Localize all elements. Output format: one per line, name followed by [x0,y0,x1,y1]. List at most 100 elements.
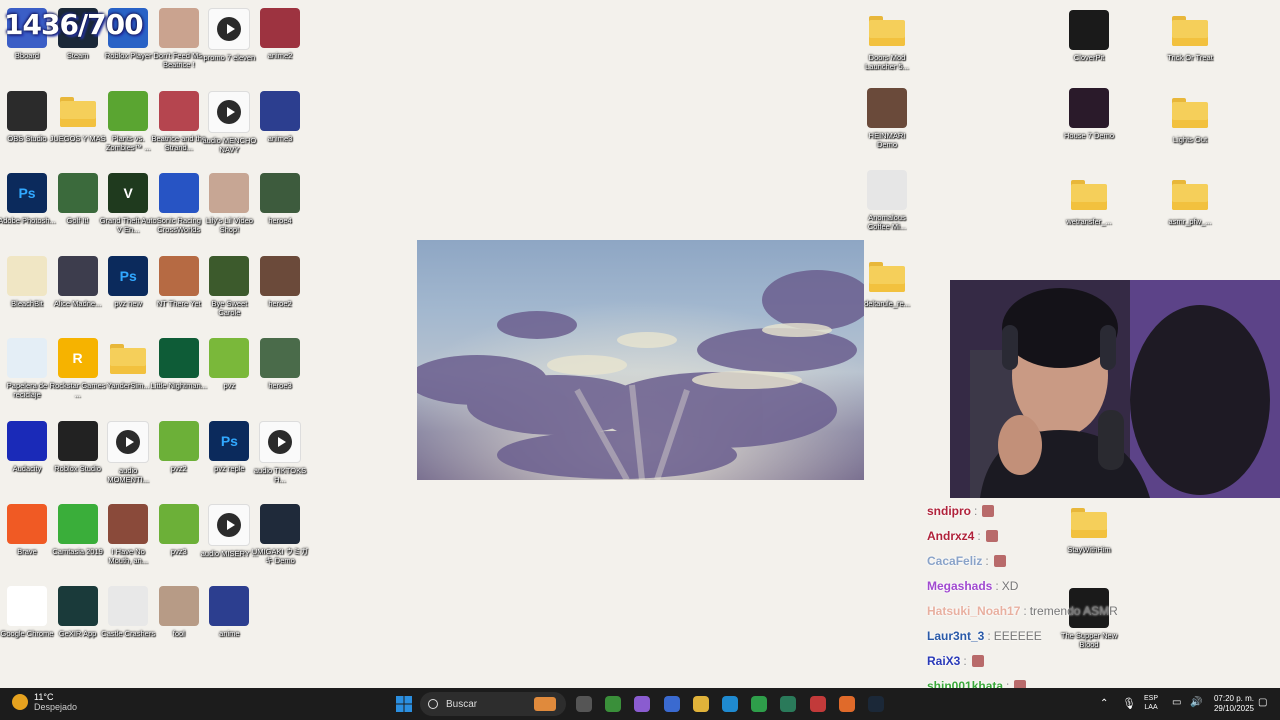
desktop-icon[interactable]: audio MENCHO NAVY [202,90,256,154]
steam-icon[interactable] [864,692,888,716]
desktop-icon[interactable]: Camtasia 2019 [51,503,105,556]
desktop-icon-label: pvz reple [214,464,245,473]
desktop-icon[interactable]: Alice Madne... [51,255,105,308]
desktop-icon[interactable]: heroe4 [253,173,307,225]
desktop-icon-label: Anomalous Coffee Mi... [867,213,907,231]
video-icon [107,421,150,463]
microphone-icon[interactable]: 🎙 [1122,697,1136,710]
desktop-icon-label: audio MOMENTI... [107,466,150,484]
desktop-icon[interactable]: Audacity [0,421,54,473]
desktop-icon[interactable]: R Rockstar Games ... [50,338,106,399]
desktop-icon[interactable]: Lights Out [1163,92,1217,144]
desktop-icon[interactable]: Golf It! [51,173,105,225]
desktop-icon-label: Grand Theft Auto V En... [99,216,157,235]
desktop-icon[interactable]: audio MOMENTI... [101,421,155,484]
desktop-icon[interactable]: wetransfer_... [1062,174,1116,226]
desktop-icon[interactable]: Ps Adobe Photosh... [0,173,56,225]
store-icon[interactable] [660,692,684,716]
desktop-icon[interactable]: promo 7 eleven [202,8,256,62]
desktop-icon[interactable]: heroe3 [253,338,307,390]
desktop-icon[interactable]: asmr_pfw_... [1163,174,1217,226]
firefox-icon[interactable] [835,692,859,716]
desktop-icon[interactable]: YanderSim... [101,338,155,390]
desktop-icon[interactable]: Ps pvz new [101,255,155,308]
desktop-icon[interactable]: Don't Feed Ms. Beatrice ! [152,8,206,69]
gexir-icon [57,586,98,627]
desktop-icon[interactable]: HEINMARI Demo [860,88,914,149]
chat-separator: : [974,503,978,518]
desktop-icon[interactable]: Beatrice and the Strand... [151,90,206,152]
desktop-icon[interactable]: anime2 [253,8,307,60]
chat-emote-icon [971,654,984,667]
desktop-icon[interactable]: House 7 Demo [1062,88,1116,140]
desktop-icon[interactable]: Anomalous Coffee Mi... [860,170,914,231]
desktop-icon[interactable]: GeXIR App [51,586,105,638]
edge-icon[interactable] [718,692,742,716]
desktop-icon[interactable]: anime [202,586,256,638]
copilot-icon[interactable] [630,692,654,716]
carole-icon [209,255,250,296]
notifications-icon[interactable]: ▢ [1258,697,1267,708]
desktop-icon[interactable]: Doors Mod Launcher 5... [860,10,914,71]
chat-message: Hatsuki_Noah17: tremendo ASMR [927,598,1187,623]
windows-logo-icon [396,696,412,712]
steam-icon-glyph [868,696,884,712]
desktop-icon[interactable]: Lily's Lil Video Shop! [202,173,256,234]
desktop-icon[interactable]: CloverPit [1062,10,1116,62]
desktop-icon[interactable]: OBS Studio [0,90,54,143]
desktop-icon-label: House 7 Demo [1063,131,1115,140]
taskbar-search-box[interactable]: Buscar [420,692,566,716]
pvz-icon [108,90,149,131]
desktop-icon[interactable]: NT There Yet [152,255,206,308]
sync-icon[interactable] [601,692,625,716]
desktop-icon[interactable]: Trick Or Treat [1163,10,1217,62]
desktop-icon[interactable]: I Have No Mouth, an... [101,503,155,565]
chrome-icon[interactable] [747,692,771,716]
start-button[interactable] [392,692,416,716]
desktop-icon[interactable]: Google Chrome [0,586,54,638]
xbox-icon[interactable] [776,692,800,716]
desktop-icon[interactable]: audio MISERY ... [201,503,258,558]
desktop-icon[interactable]: pvz [202,338,256,390]
search-icon [428,699,438,709]
desktop-icon[interactable]: Roblox Studio [51,421,105,473]
chat-separator: : [963,653,967,668]
desktop-icon[interactable]: anime3 [253,90,307,143]
chrome-icon-glyph [751,696,768,712]
desktop-icon[interactable]: pvz3 [152,503,206,556]
gaming-icon[interactable] [806,692,830,716]
desktop-icon[interactable]: Papelera de reciclaje [0,338,54,399]
chat-username: Hatsuki_Noah17 [927,603,1021,618]
file-viewer-icon[interactable] [572,692,596,716]
network-icon[interactable]: ▭ [1172,697,1181,708]
weather-widget[interactable]: 11°C Despejado [12,692,77,712]
language-indicator[interactable]: ESP LAA [1144,694,1158,712]
desktop-icon[interactable]: Ps pvz reple [202,421,256,473]
clock[interactable]: 07:20 p. m. 29/10/2025 [1208,694,1254,714]
show-hidden-icons-chevron-icon[interactable]: ⌃ [1100,698,1108,709]
desktop-icon[interactable]: fool [152,586,206,638]
desktop-icon[interactable]: Sonic Racing CrossWorlds [152,173,206,234]
chat-text: EEEEEE [993,628,1042,643]
desktop-icon[interactable]: V Grand Theft Auto V En... [99,173,157,235]
house-icon [1069,88,1109,128]
volume-icon[interactable]: 🔊 [1190,697,1202,708]
desktop-icon[interactable]: pvz2 [152,421,206,473]
desktop-icon[interactable]: audio TIKTOKS H... [253,421,307,484]
desktop-icon-label: CloverPit [1073,53,1105,62]
desktop-icon[interactable]: Castle Crashers [101,586,155,638]
desktop-icon-label: asmr_pfw_... [1168,217,1212,226]
video-icon [208,8,251,50]
desktop-icon[interactable]: Bye Sweet Carole [202,255,256,317]
desktop-icon[interactable]: heroe2 [253,255,307,308]
desktop-icon[interactable]: BleachBit [0,255,54,308]
gaming-icon-glyph [809,696,826,712]
desktop-icon[interactable]: Plants vs. Zombies™ ... [101,90,155,152]
desktop-icon[interactable]: JUEGOS Y MAS [50,91,106,143]
desktop-icon[interactable]: UMIGAKI ウミガキ Demo [252,503,308,565]
desktop-icon[interactable]: Brave [0,503,54,556]
explorer-icon[interactable] [689,692,713,716]
desktop-icon[interactable]: Little Nightman... [151,338,207,390]
desktop-icon-label: NT There Yet [156,298,201,308]
desktop-icon[interactable]: deltarule_re... [860,256,914,308]
